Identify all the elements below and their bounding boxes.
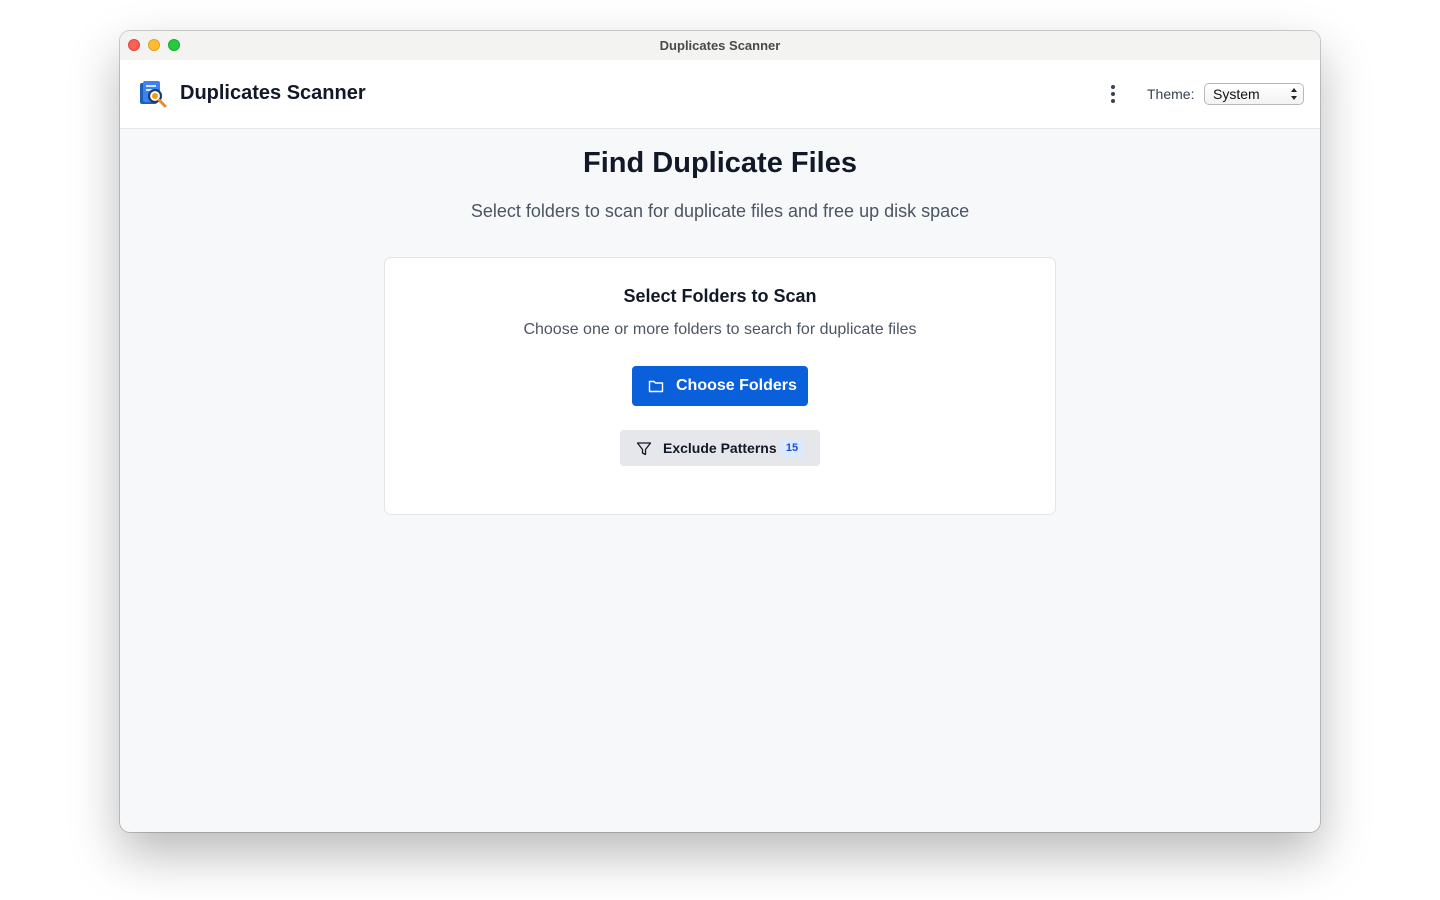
exclude-patterns-label: Exclude Patterns — [663, 440, 777, 456]
page-title: Find Duplicate Files — [583, 147, 857, 179]
document-search-icon — [139, 80, 167, 108]
title-bar: Duplicates Scanner — [120, 31, 1320, 61]
more-vertical-icon — [1111, 85, 1115, 89]
window-title: Duplicates Scanner — [659, 38, 781, 53]
page-subtitle: Select folders to scan for duplicate fil… — [470, 201, 970, 221]
folder-icon — [648, 380, 664, 393]
folder-select-card: Select Folders to Scan Choose one or mor… — [384, 257, 1056, 515]
app-window: Duplicates Scanner Duplicates Scanner Th… — [120, 31, 1320, 832]
card-subtitle: Choose one or more folders to search for… — [523, 321, 917, 338]
choose-folders-label: Choose Folders — [676, 377, 797, 394]
more-options-button[interactable] — [1102, 82, 1124, 106]
app-header: Duplicates Scanner Theme: System — [120, 60, 1320, 129]
theme-select[interactable]: System — [1204, 83, 1304, 105]
card-title: Select Folders to Scan — [623, 286, 817, 306]
select-arrows-icon — [1291, 88, 1297, 100]
theme-select-value: System — [1213, 86, 1260, 102]
choose-folders-button[interactable]: Choose Folders — [632, 366, 808, 406]
theme-label: Theme: — [1147, 86, 1195, 102]
filter-icon — [636, 442, 652, 456]
exclude-count-badge: 15 — [780, 439, 804, 457]
app-name: Duplicates Scanner — [180, 82, 366, 104]
exclude-patterns-button[interactable]: Exclude Patterns 15 — [620, 430, 820, 466]
